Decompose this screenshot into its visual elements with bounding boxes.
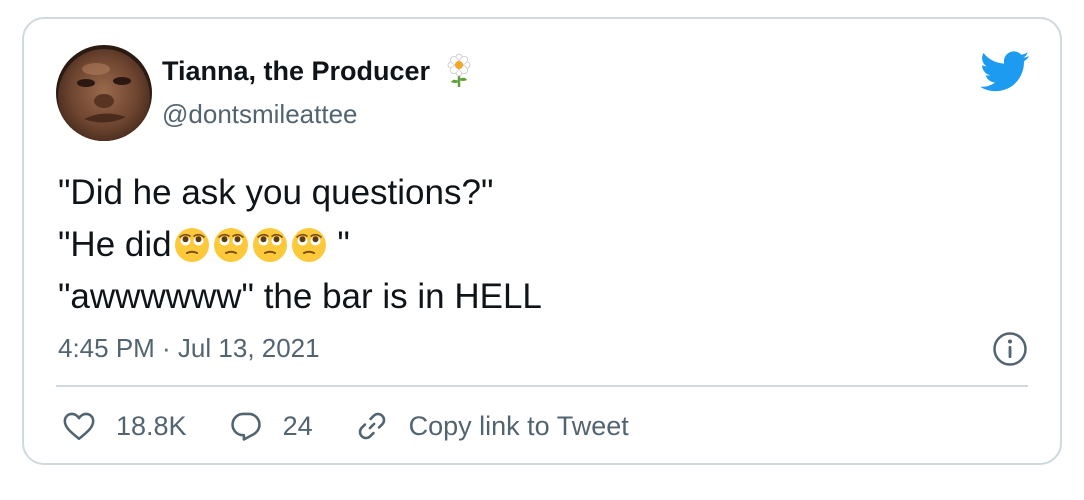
display-name[interactable]: Tianna, the Producer <box>162 53 474 89</box>
divider <box>56 385 1028 387</box>
like-count: 18.8K <box>116 410 187 441</box>
pleading-face-emoji <box>213 228 248 262</box>
tweet-line-2-suffix: " <box>327 225 350 264</box>
link-icon <box>358 412 385 440</box>
display-name-text: Tianna, the Producer <box>162 55 431 86</box>
like-button[interactable]: 18.8K <box>62 409 187 443</box>
tweet-actions: 18.8K 24 Copy link to Tweet <box>62 409 671 443</box>
tweet-line-2-prefix: "He did <box>58 225 172 264</box>
pleading-face-emoji <box>291 228 326 262</box>
tweet-line-2: "He did " <box>58 219 542 271</box>
user-handle[interactable]: @dontsmileattee <box>162 99 358 130</box>
heart-icon <box>63 412 95 441</box>
tweet-text: "Did he ask you questions?" "He did " "a… <box>58 167 542 323</box>
info-icon[interactable] <box>992 331 1028 367</box>
reply-count: 24 <box>282 410 313 441</box>
copy-link-button[interactable]: Copy link to Tweet <box>355 409 629 443</box>
reply-button[interactable]: 24 <box>229 409 313 443</box>
avatar-photo <box>56 45 152 141</box>
tweet-card[interactable]: Tianna, the Producer @dontsmileattee "Di… <box>22 17 1062 465</box>
pleading-face-emoji <box>174 228 209 262</box>
tweet-line-3: "awwwwww" the bar is in HELL <box>58 277 542 316</box>
tweet-line-1: "Did he ask you questions?" <box>58 173 494 212</box>
copy-link-label: Copy link to Tweet <box>408 410 629 441</box>
twitter-bird-icon[interactable] <box>980 51 1030 93</box>
avatar[interactable] <box>56 45 152 141</box>
daisy-flower-icon <box>447 53 471 87</box>
pleading-face-emoji <box>252 228 287 262</box>
tweet-timestamp[interactable]: 4:45 PM · Jul 13, 2021 <box>58 333 320 364</box>
reply-bubble-icon <box>230 412 261 441</box>
